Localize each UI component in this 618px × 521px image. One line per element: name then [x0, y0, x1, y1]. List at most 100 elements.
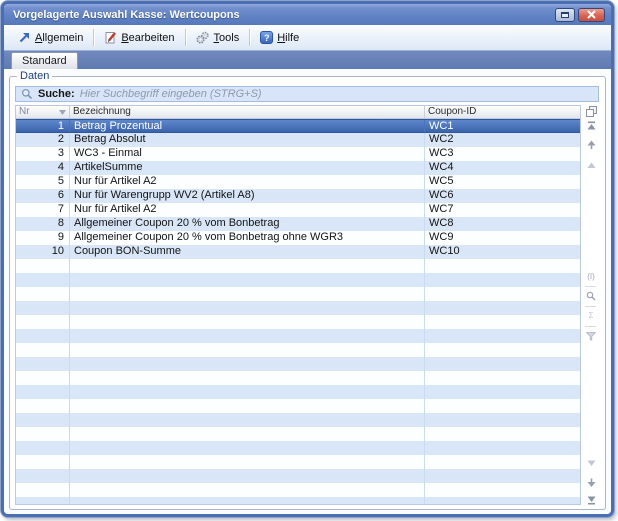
cell-nr: 7 — [16, 203, 70, 217]
restore-icon — [561, 12, 569, 18]
cell-coupon-id — [425, 371, 580, 385]
search-bar[interactable]: Suche: — [15, 86, 599, 102]
cell-bezeichnung — [70, 427, 425, 441]
cell-nr — [16, 329, 70, 343]
empty-row — [16, 497, 580, 505]
search-label: Suche: — [38, 88, 75, 100]
menu-tools[interactable]: Tools — [192, 29, 244, 46]
cell-coupon-id — [425, 273, 580, 287]
empty-row — [16, 329, 580, 343]
empty-row — [16, 287, 580, 301]
cell-nr — [16, 273, 70, 287]
column-chooser-button[interactable] — [584, 105, 598, 118]
cell-coupon-id — [425, 469, 580, 483]
restore-button[interactable] — [555, 8, 575, 22]
empty-row — [16, 273, 580, 287]
table-row[interactable]: 2 Betrag Absolut WC2 — [16, 133, 580, 147]
tab-standard[interactable]: Standard — [11, 52, 78, 69]
cell-coupon-id — [425, 427, 580, 441]
cell-bezeichnung — [70, 287, 425, 301]
column-header-bezeichnung[interactable]: Bezeichnung — [70, 106, 425, 118]
cell-coupon-id: WC7 — [425, 203, 580, 217]
table-row[interactable]: 9 Allgemeiner Coupon 20 % vom Bonbetrag … — [16, 231, 580, 245]
cell-nr: 5 — [16, 175, 70, 189]
previous-page-button[interactable] — [585, 159, 597, 171]
previous-page-icon — [587, 162, 596, 169]
cell-coupon-id — [425, 343, 580, 357]
next-row-button[interactable] — [585, 477, 597, 489]
column-chooser-icon — [586, 106, 597, 117]
fit-width-icon: (I) — [587, 273, 595, 281]
cell-bezeichnung — [70, 343, 425, 357]
cell-nr — [16, 343, 70, 357]
cell-coupon-id — [425, 329, 580, 343]
first-row-button[interactable] — [585, 119, 597, 131]
search-row-icon — [586, 291, 596, 301]
empty-row — [16, 427, 580, 441]
cell-nr — [16, 315, 70, 329]
empty-row — [16, 469, 580, 483]
toolbar-separator — [93, 29, 94, 46]
cell-nr — [16, 427, 70, 441]
menu-bearbeiten[interactable]: Bearbeiten — [100, 29, 178, 46]
cell-coupon-id — [425, 413, 580, 427]
column-header-nr[interactable]: Nr — [16, 106, 70, 118]
cell-bezeichnung: Coupon BON-Summe — [70, 245, 425, 259]
gears-icon — [196, 31, 210, 44]
summary-button[interactable]: Σ — [585, 310, 597, 322]
cell-nr — [16, 399, 70, 413]
fit-width-button[interactable]: (I) — [585, 271, 597, 283]
table-row[interactable]: 3 WC3 - Einmal WC3 — [16, 147, 580, 161]
table-row[interactable]: 7 Nur für Artikel A2 WC7 — [16, 203, 580, 217]
empty-row — [16, 315, 580, 329]
menu-toolbar: Allgemein Bearbeiten Tools ? Hilfe — [4, 25, 611, 51]
table-row[interactable]: 4 ArtikelSumme WC4 — [16, 161, 580, 175]
empty-row — [16, 455, 580, 469]
dialog-window: Vorgelagerte Auswahl Kasse: Wertcoupons … — [1, 1, 614, 517]
cell-coupon-id — [425, 315, 580, 329]
cell-nr: 9 — [16, 231, 70, 245]
cell-nr: 2 — [16, 133, 70, 147]
cell-bezeichnung — [70, 329, 425, 343]
cell-bezeichnung — [70, 385, 425, 399]
table-row[interactable]: 8 Allgemeiner Coupon 20 % vom Bonbetrag … — [16, 217, 580, 231]
cell-coupon-id: WC3 — [425, 147, 580, 161]
empty-row — [16, 343, 580, 357]
cell-coupon-id — [425, 497, 580, 505]
cell-bezeichnung: Nur für Artikel A2 — [70, 175, 425, 189]
cell-bezeichnung — [70, 301, 425, 315]
menu-hilfe[interactable]: ? Hilfe — [256, 29, 303, 46]
cell-bezeichnung — [70, 497, 425, 505]
filter-icon — [586, 332, 596, 341]
sort-desc-icon — [59, 110, 66, 115]
cell-bezeichnung — [70, 357, 425, 371]
table-row[interactable]: 10 Coupon BON-Summe WC10 — [16, 245, 580, 259]
close-button[interactable] — [578, 8, 605, 22]
search-input[interactable] — [80, 88, 593, 100]
filter-button[interactable] — [585, 330, 597, 342]
cell-bezeichnung — [70, 455, 425, 469]
titlebar[interactable]: Vorgelagerte Auswahl Kasse: Wertcoupons — [4, 4, 611, 25]
edit-document-icon — [104, 31, 117, 44]
cell-nr — [16, 413, 70, 427]
column-header-coupon-id[interactable]: Coupon-ID — [425, 106, 580, 118]
toolbar-separator — [185, 29, 186, 46]
cell-nr — [16, 259, 70, 273]
table-row[interactable]: 6 Nur für Warengrupp WV2 (Artikel A8) WC… — [16, 189, 580, 203]
cell-coupon-id: WC10 — [425, 245, 580, 259]
previous-row-button[interactable] — [585, 139, 597, 151]
empty-row — [16, 259, 580, 273]
cell-nr — [16, 497, 70, 505]
table-row[interactable]: 1 Betrag Prozentual WC1 — [16, 119, 580, 133]
grid-navigator: (I) Σ — [581, 105, 600, 505]
next-page-button[interactable] — [585, 457, 597, 469]
grid-header: Nr Bezeichnung Coupon-ID — [16, 106, 580, 119]
cell-coupon-id — [425, 483, 580, 497]
incremental-search-button[interactable] — [585, 290, 597, 302]
cell-nr: 8 — [16, 217, 70, 231]
cell-bezeichnung — [70, 469, 425, 483]
empty-row — [16, 371, 580, 385]
menu-allgemein[interactable]: Allgemein — [14, 29, 87, 46]
last-row-button[interactable] — [585, 494, 597, 506]
table-row[interactable]: 5 Nur für Artikel A2 WC5 — [16, 175, 580, 189]
